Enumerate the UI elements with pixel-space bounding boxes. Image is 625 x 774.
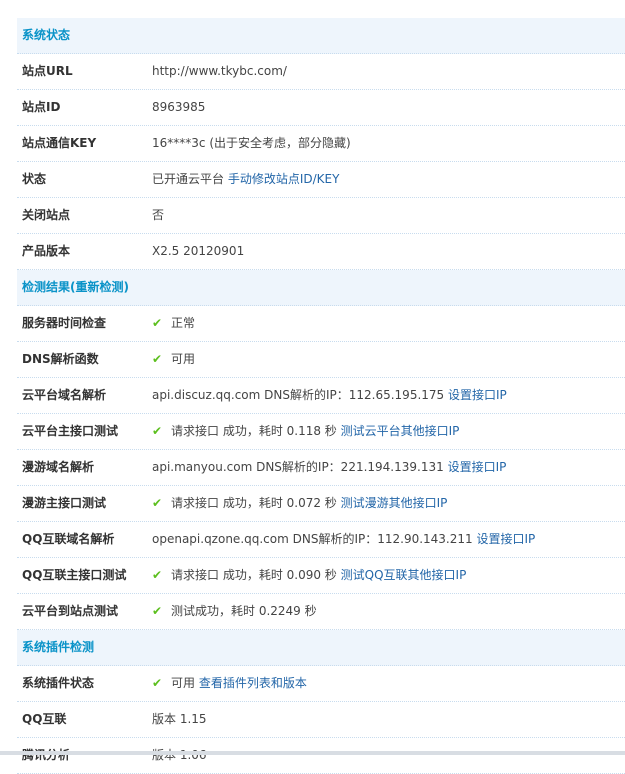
row-label: QQ互联主接口测试 xyxy=(22,568,127,582)
table-row: QQ互联 版本 1.15 xyxy=(17,702,625,738)
table-row: 站点通信KEY 16****3c (出于安全考虑，部分隐藏) xyxy=(17,126,625,162)
row-value-cell: api.manyou.com DNS解析的IP：221.194.139.131 … xyxy=(152,450,625,485)
check-icon: ✔ xyxy=(152,496,163,510)
row-value-cell: 否 xyxy=(152,198,625,233)
row-label: 站点URL xyxy=(22,64,73,78)
row-value-cell: openapi.qzone.qq.com DNS解析的IP：112.90.143… xyxy=(152,522,625,557)
row-value-cell: ✔ 可用 xyxy=(152,342,625,377)
row-value-cell: http://www.tkybc.com/ xyxy=(152,54,625,89)
row-link[interactable]: 设置接口IP xyxy=(448,460,507,474)
row-link[interactable]: 手动修改站点ID/KEY xyxy=(228,172,340,186)
table-row: 站点URL http://www.tkybc.com/ xyxy=(17,54,625,90)
check-icon: ✔ xyxy=(152,604,163,618)
row-value-cell: ✔ 正常 xyxy=(152,306,625,341)
row-label: QQ互联域名解析 xyxy=(22,532,115,546)
row-value: 请求接口 成功，耗时 0.118 秒 xyxy=(171,424,337,438)
row-label: 站点ID xyxy=(22,100,61,114)
row-value: 已开通云平台 xyxy=(152,172,225,186)
row-label: 云平台主接口测试 xyxy=(22,424,119,438)
row-label: 系统插件状态 xyxy=(22,676,95,690)
row-value-cell: X2.5 20120901 xyxy=(152,234,625,269)
table-row: DNS解析函数 ✔ 可用 xyxy=(17,342,625,378)
cloud-status-table: 系统状态站点URL http://www.tkybc.com/站点ID 896398… xyxy=(17,18,625,774)
row-value-cell: 8963985 xyxy=(152,90,625,125)
row-value: http://www.tkybc.com/ xyxy=(152,64,287,78)
check-icon: ✔ xyxy=(152,568,163,582)
row-link[interactable]: 设置接口IP xyxy=(476,532,535,546)
row-value: X2.5 20120901 xyxy=(152,244,245,258)
table-row: 腾讯分析 版本 1.06 xyxy=(17,738,625,774)
row-label: 产品版本 xyxy=(22,244,71,258)
table-row: QQ互联域名解析 openapi.qzone.qq.com DNS解析的IP：11… xyxy=(17,522,625,558)
window-bottom-edge xyxy=(0,751,625,755)
table-row: 状态 已开通云平台 手动修改站点ID/KEY xyxy=(17,162,625,198)
row-value: openapi.qzone.qq.com DNS解析的IP：112.90.143… xyxy=(152,532,473,546)
section-header: 系统状态 xyxy=(17,18,625,54)
row-value-cell: 版本 1.15 xyxy=(152,702,625,737)
row-value-cell: 已开通云平台 手动修改站点ID/KEY xyxy=(152,162,625,197)
row-label: QQ互联 xyxy=(22,712,67,726)
row-value: 可用 xyxy=(171,676,196,690)
row-value-cell: 16****3c (出于安全考虑，部分隐藏) xyxy=(152,126,625,161)
row-label: 云平台域名解析 xyxy=(22,388,107,402)
row-value: 可用 xyxy=(171,352,196,366)
table-row: 关闭站点 否 xyxy=(17,198,625,234)
row-value: 测试成功，耗时 0.2249 秒 xyxy=(171,604,317,618)
row-value-cell: ✔ 请求接口 成功，耗时 0.090 秒 测试QQ互联其他接口IP xyxy=(152,558,625,593)
row-label: DNS解析函数 xyxy=(22,352,99,366)
row-link[interactable]: 设置接口IP xyxy=(448,388,507,402)
table-row: QQ互联主接口测试 ✔ 请求接口 成功，耗时 0.090 秒 测试QQ互联其他接口I… xyxy=(17,558,625,594)
row-label: 腾讯分析 xyxy=(22,748,71,762)
table-row: 云平台域名解析 api.discuz.qq.com DNS解析的IP：112.65… xyxy=(17,378,625,414)
row-value: 请求接口 成功，耗时 0.090 秒 xyxy=(171,568,337,582)
row-value-cell: ✔ 可用 查看插件列表和版本 xyxy=(152,666,625,701)
row-link[interactable]: 测试QQ互联其他接口IP xyxy=(341,568,467,582)
row-value: 否 xyxy=(152,208,165,222)
row-value: 版本 1.15 xyxy=(152,712,207,726)
table-row: 系统插件状态 ✔ 可用 查看插件列表和版本 xyxy=(17,666,625,702)
row-label: 漫游主接口测试 xyxy=(22,496,107,510)
section-header[interactable]: 检测结果(重新检测) xyxy=(17,270,625,306)
row-value-cell: ✔ 请求接口 成功，耗时 0.072 秒 测试漫游其他接口IP xyxy=(152,486,625,521)
row-label: 站点通信KEY xyxy=(22,136,97,150)
row-value-cell: ✔ 测试成功，耗时 0.2249 秒 xyxy=(152,594,625,629)
check-icon: ✔ xyxy=(152,424,163,438)
table-row: 云平台到站点测试 ✔ 测试成功，耗时 0.2249 秒 xyxy=(17,594,625,630)
row-link[interactable]: 测试漫游其他接口IP xyxy=(341,496,448,510)
check-icon: ✔ xyxy=(152,676,163,690)
row-label: 漫游域名解析 xyxy=(22,460,95,474)
row-value: 16****3c (出于安全考虑，部分隐藏) xyxy=(152,136,351,150)
check-icon: ✔ xyxy=(152,352,163,366)
row-value: api.discuz.qq.com DNS解析的IP：112.65.195.17… xyxy=(152,388,445,402)
table-row: 漫游主接口测试 ✔ 请求接口 成功，耗时 0.072 秒 测试漫游其他接口IP xyxy=(17,486,625,522)
row-label: 状态 xyxy=(22,172,47,186)
row-value: api.manyou.com DNS解析的IP：221.194.139.131 xyxy=(152,460,444,474)
check-icon: ✔ xyxy=(152,316,163,330)
row-label: 服务器时间检查 xyxy=(22,316,107,330)
table-row: 站点ID 8963985 xyxy=(17,90,625,126)
row-value: 正常 xyxy=(171,316,196,330)
section-header: 系统插件检测 xyxy=(17,630,625,666)
row-link[interactable]: 测试云平台其他接口IP xyxy=(341,424,460,438)
row-value-cell: 版本 1.06 xyxy=(152,738,625,773)
row-value-cell: ✔ 请求接口 成功，耗时 0.118 秒 测试云平台其他接口IP xyxy=(152,414,625,449)
table-row: 云平台主接口测试 ✔ 请求接口 成功，耗时 0.118 秒 测试云平台其他接口IP xyxy=(17,414,625,450)
row-label: 关闭站点 xyxy=(22,208,71,222)
row-value-cell: api.discuz.qq.com DNS解析的IP：112.65.195.17… xyxy=(152,378,625,413)
row-link[interactable]: 查看插件列表和版本 xyxy=(199,676,307,690)
table-row: 漫游域名解析 api.manyou.com DNS解析的IP：221.194.13… xyxy=(17,450,625,486)
row-label: 云平台到站点测试 xyxy=(22,604,119,618)
row-value: 请求接口 成功，耗时 0.072 秒 xyxy=(171,496,337,510)
row-value: 8963985 xyxy=(152,100,206,114)
table-row: 服务器时间检查 ✔ 正常 xyxy=(17,306,625,342)
table-row: 产品版本 X2.5 20120901 xyxy=(17,234,625,270)
